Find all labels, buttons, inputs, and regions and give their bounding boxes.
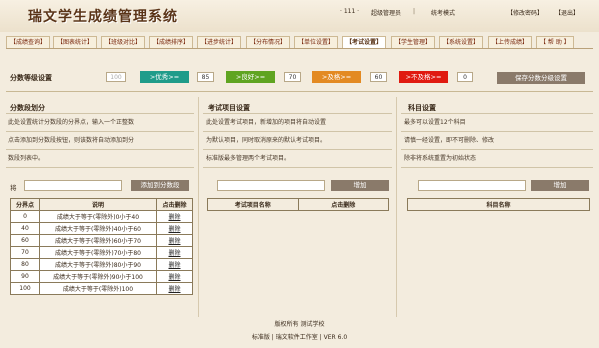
good-grade-label: >良好>= (226, 71, 275, 83)
exam-mode: 统考模式 (431, 10, 456, 17)
column-separator (396, 97, 397, 317)
delete-link[interactable]: 删除 (168, 214, 180, 221)
subjects-desc-2: 请慎一经设置，即不可删除、修改 (404, 137, 495, 144)
segment-point: 60 (10, 234, 40, 247)
add-segment-button[interactable]: 添加到分数段 (131, 180, 189, 191)
table-row: 100 成绩大于等于(零除外)100 删除 (10, 282, 193, 295)
segment-desc: 成绩大于等于(零除外)80小于90 (39, 258, 157, 271)
pass-grade-label: >及格>= (312, 71, 361, 83)
nav-divider (6, 48, 593, 49)
panel-rule (6, 167, 194, 168)
good-threshold-field[interactable]: 70 (284, 72, 301, 82)
table-row: 70 成绩大于等于(零除外)70小于80 删除 (10, 246, 193, 259)
main-nav: 【成绩查询】 【图表统计】 【班级对比】 【成绩排序】 【进步统计】 【分布情况… (6, 36, 593, 49)
segments-desc-2: 点击添加到分数段按钮，则该数将自动添加到分 (8, 137, 135, 144)
delete-link[interactable]: 删除 (168, 250, 180, 257)
segment-desc: 成绩大于等于(零除外)90小于100 (39, 270, 157, 283)
delete-link[interactable]: 删除 (168, 262, 180, 269)
segments-desc-3: 数段列表中。 (8, 155, 45, 162)
user-role: 超级管理员 (371, 10, 402, 17)
change-password-link[interactable]: 【修改密码】 (507, 8, 543, 17)
col-header-exam-action: 点击删除 (297, 198, 389, 211)
segment-desc: 成绩大于等于(零除外)0小于40 (39, 210, 157, 223)
exam-items-table: 考试项目名称 点击删除 (207, 198, 389, 211)
col-header-desc: 说明 (39, 198, 157, 211)
excellent-threshold-field[interactable]: 85 (197, 72, 214, 82)
footer-edition: 标准版 (251, 334, 270, 341)
fail-grade-label: >不及格>= (399, 71, 448, 83)
pass-threshold-field[interactable]: 60 (370, 72, 387, 82)
subjects-table: 科目名称 (407, 198, 590, 211)
panel-rule (401, 167, 593, 168)
footer-studio: 瑞文软件工作室 (275, 334, 318, 341)
delete-link[interactable]: 删除 (168, 286, 180, 293)
table-row: 80 成绩大于等于(零除外)80小于90 删除 (10, 258, 193, 271)
segment-point: 80 (10, 258, 40, 271)
subjects-desc-1: 最多可以设置12个科目 (404, 119, 466, 126)
panel-rule (203, 167, 392, 168)
table-row: 60 成绩大于等于(零除外)60小于70 删除 (10, 234, 193, 247)
exam-items-desc-2: 为默认项目，同时取消原来的默认考试项目。 (206, 137, 327, 144)
footer-copyright: 版权所有 测试学校 (274, 321, 325, 328)
segments-title: 分数段划分 (10, 104, 45, 112)
col-header-action: 点击删除 (156, 198, 193, 211)
segment-desc: 成绩大于等于(零除外)100 (39, 282, 157, 295)
segment-point-input[interactable] (24, 180, 122, 191)
delete-link[interactable]: 删除 (168, 226, 180, 233)
exam-items-desc-3: 标准版最多管理两个考试项目。 (206, 155, 291, 162)
subject-input[interactable] (418, 180, 526, 191)
fail-threshold-field[interactable]: 0 (457, 72, 473, 82)
column-separator (198, 97, 199, 317)
col-header-subject-name: 科目名称 (407, 198, 590, 211)
exam-items-desc-1: 此处设置考试项目，新增加的项目将自动设置 (206, 119, 327, 126)
section-divider (6, 91, 593, 92)
add-subject-button[interactable]: 增加 (531, 180, 589, 191)
col-header-exam-name: 考试项目名称 (207, 198, 299, 211)
excellent-grade-label: >优秀>= (140, 71, 189, 83)
segment-input-label: 将 (10, 184, 17, 192)
exam-items-title: 考试项目设置 (208, 104, 250, 112)
subjects-desc-3: 除非将系统重置为初始状态 (404, 155, 477, 162)
app-title: 瑞文学生成绩管理系统 (28, 9, 178, 25)
footer-version: VER 6.0 (323, 334, 348, 341)
grade-settings-label: 分数等级设置 (10, 74, 52, 82)
segments-desc-1: 此处设置统计分数段的分界点，输入一个正整数 (8, 119, 135, 126)
segment-point: 40 (10, 222, 40, 235)
table-row: 0 成绩大于等于(零除外)0小于40 删除 (10, 210, 193, 223)
segment-point: 0 (10, 210, 40, 223)
segment-point: 70 (10, 246, 40, 259)
footer-separator: | (271, 334, 274, 341)
segment-desc: 成绩大于等于(零除外)60小于70 (39, 234, 157, 247)
delete-link[interactable]: 删除 (168, 274, 180, 281)
subjects-title: 科目设置 (408, 104, 436, 112)
header-separator: | (413, 8, 416, 15)
add-exam-item-button[interactable]: 增加 (331, 180, 389, 191)
user-id: · 111 · (340, 8, 360, 15)
save-grade-settings-button[interactable]: 保存分数分级设置 (497, 72, 585, 84)
exam-item-input[interactable] (217, 180, 325, 191)
max-score-field[interactable]: 100 (106, 72, 126, 82)
logout-link[interactable]: 【退出】 (555, 8, 579, 17)
table-row: 90 成绩大于等于(零除外)90小于100 删除 (10, 270, 193, 283)
table-row: 40 成绩大于等于(零除外)40小于60 删除 (10, 222, 193, 235)
segment-point: 100 (10, 282, 40, 295)
col-header-point: 分界点 (10, 198, 40, 211)
segments-table: 分界点 说明 点击删除 0 成绩大于等于(零除外)0小于40 删除 40 成绩大… (10, 198, 193, 295)
segment-point: 90 (10, 270, 40, 283)
segment-desc: 成绩大于等于(零除外)40小于60 (39, 222, 157, 235)
footer-separator: | (319, 334, 322, 341)
footer-info: 标准版 | 瑞文软件工作室 | VER 6.0 (0, 332, 599, 341)
delete-link[interactable]: 删除 (168, 238, 180, 245)
segment-desc: 成绩大于等于(零除外)70小于80 (39, 246, 157, 259)
